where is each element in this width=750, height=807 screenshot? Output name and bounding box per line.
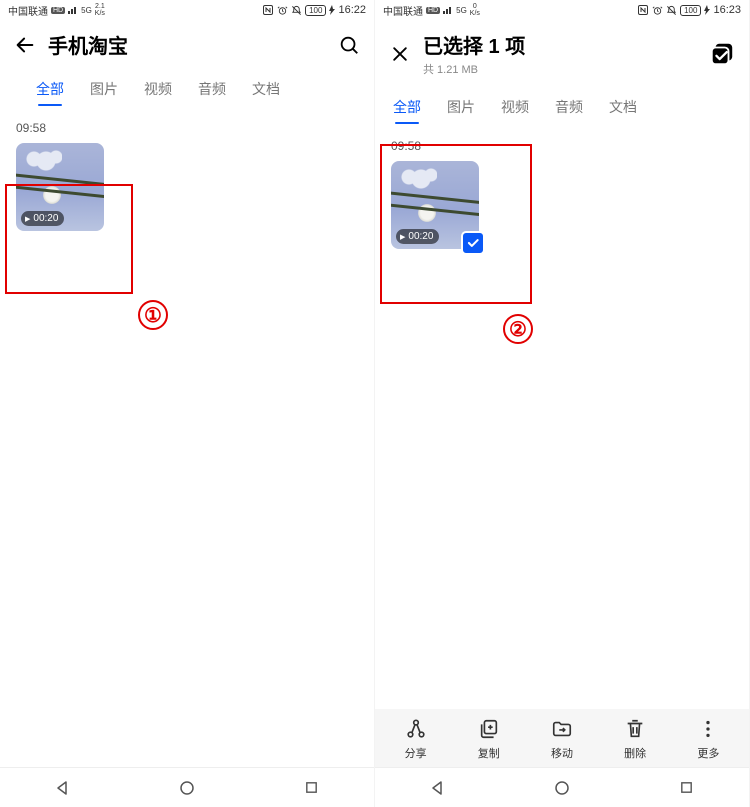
signal-icon [443,6,453,15]
group-time: 09:58 [16,121,358,135]
charging-icon [704,5,710,15]
nav-recent[interactable] [302,778,322,798]
video-thumbnail[interactable]: 00:20 [391,161,479,249]
charging-icon [329,5,335,15]
tab-doc[interactable]: 文档 [609,91,637,127]
copy-button[interactable]: 复制 [477,717,501,761]
duration-badge: 00:20 [21,211,64,226]
delete-label: 删除 [624,745,646,761]
signal-icon [68,6,78,15]
video-thumbnail[interactable]: 00:20 [16,143,104,231]
annotation-callout-1: ① [138,300,168,330]
system-nav [375,767,749,807]
tab-all[interactable]: 全部 [393,91,421,127]
tab-image[interactable]: 图片 [447,91,475,127]
tab-doc[interactable]: 文档 [252,73,280,109]
more-button[interactable]: 更多 [696,717,720,761]
more-label: 更多 [697,745,719,761]
screen-after: 中国联通 HD 5G 0 K/s 100 [375,0,750,807]
copy-icon [477,717,501,741]
tab-all[interactable]: 全部 [36,73,64,109]
tab-audio[interactable]: 音频 [555,91,583,127]
move-icon [550,717,574,741]
back-icon[interactable] [14,34,36,56]
close-icon[interactable] [389,43,411,65]
status-bar: 中国联通 HD 5G 2.1 K/s 100 [0,0,374,20]
nav-back[interactable] [427,778,447,798]
nav-home[interactable] [177,778,197,798]
nav-home[interactable] [552,778,572,798]
tabs: 全部 图片 视频 音频 文档 [0,67,374,109]
move-label: 移动 [551,745,573,761]
tab-image[interactable]: 图片 [90,73,118,109]
select-all-button[interactable] [709,41,735,67]
page-title: 手机淘宝 [48,30,338,59]
copy-label: 复制 [478,745,500,761]
search-button[interactable] [338,34,360,56]
move-button[interactable]: 移动 [550,717,574,761]
share-button[interactable]: 分享 [404,717,428,761]
nfc-icon [262,4,274,16]
status-bar: 中国联通 HD 5G 0 K/s 100 [375,0,749,20]
nfc-icon [637,4,649,16]
trash-icon [623,717,647,741]
content-area: 09:58 00:20 [0,109,374,767]
delete-button[interactable]: 删除 [623,717,647,761]
battery-icon: 100 [305,5,326,16]
header: 已选择 1 项 共 1.21 MB [375,20,749,85]
tab-video[interactable]: 视频 [501,91,529,127]
alarm-icon [277,5,288,16]
carrier-label: 中国联通 [8,3,48,18]
alarm-icon [652,5,663,16]
bottom-toolbar: 分享 复制 移动 删除 更多 [375,709,749,767]
nav-back[interactable] [52,778,72,798]
share-label: 分享 [405,745,427,761]
net-speed: 2.1 K/s [95,3,105,17]
mute-icon [666,5,677,16]
net-speed: 0 K/s [470,3,480,17]
network-5g: 5G [81,6,92,15]
tabs: 全部 图片 视频 音频 文档 [375,85,749,127]
selected-check-icon[interactable] [461,231,485,255]
hd-icon: HD [426,7,440,14]
annotation-callout-2: ② [503,314,533,344]
carrier-label: 中国联通 [383,3,423,18]
page-title: 已选择 1 项 [423,30,709,59]
more-icon [696,717,720,741]
system-nav [0,767,374,807]
battery-icon: 100 [680,5,701,16]
tab-audio[interactable]: 音频 [198,73,226,109]
page-subtitle: 共 1.21 MB [423,61,709,77]
nav-recent[interactable] [677,778,697,798]
content-area: 09:58 00:20 [375,127,749,709]
clock-label: 16:23 [713,4,741,16]
share-icon [404,717,428,741]
screen-before: 中国联通 HD 5G 2.1 K/s 100 [0,0,375,807]
tab-video[interactable]: 视频 [144,73,172,109]
duration-badge: 00:20 [396,229,439,244]
mute-icon [291,5,302,16]
clock-label: 16:22 [338,4,366,16]
hd-icon: HD [51,7,65,14]
group-time: 09:58 [391,139,733,153]
network-5g: 5G [456,6,467,15]
header: 手机淘宝 [0,20,374,67]
